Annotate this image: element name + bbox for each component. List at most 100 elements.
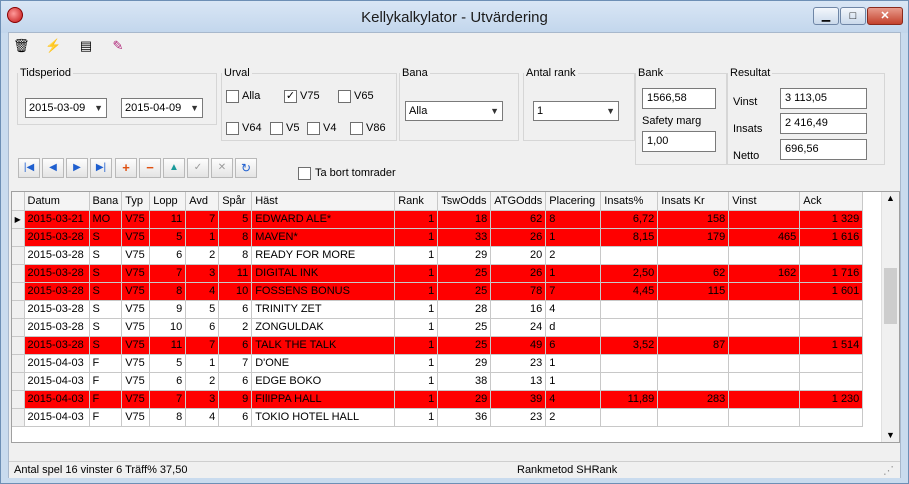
table-row[interactable]: 2015-03-28 S V75 5 1 8 MAVEN* 1 33 26 1 8,15 179 465 1… xyxy=(12,228,864,247)
checkbox-v75[interactable]: ✓ xyxy=(284,90,297,103)
table-cell[interactable] xyxy=(728,210,801,229)
table-cell[interactable]: 1 xyxy=(545,372,602,391)
grid-header-cell[interactable]: Insats Kr xyxy=(657,192,730,211)
table-cell[interactable]: 29 xyxy=(437,354,492,373)
table-row[interactable]: 2015-04-03 F V75 7 3 9 FIlIPPA HALL 1 29 39 4 11,89… xyxy=(12,390,864,409)
table-cell[interactable]: 29 xyxy=(437,246,492,265)
table-cell[interactable]: 1 230 xyxy=(799,390,864,409)
minimize-button[interactable]: ▁ xyxy=(813,7,839,25)
table-cell[interactable] xyxy=(600,318,659,337)
table-cell[interactable] xyxy=(657,408,730,427)
table-row[interactable]: 2015-03-28 S V75 10 6 2 ZONGULDAK 1 25 24 d xyxy=(12,318,864,337)
table-cell[interactable]: 6 xyxy=(218,336,253,355)
table-cell[interactable]: 36 xyxy=(437,408,492,427)
table-row[interactable]: 2015-04-03 F V75 8 4 6 TOKIO HOTEL HALL 1 36 23 2 xyxy=(12,408,864,427)
table-cell[interactable]: 6,72 xyxy=(600,210,659,229)
table-cell[interactable] xyxy=(728,354,801,373)
table-cell[interactable]: 2015-03-28 xyxy=(24,336,90,355)
table-cell[interactable] xyxy=(728,408,801,427)
table-cell[interactable]: 25 xyxy=(437,318,492,337)
cancel-icon[interactable]: ✕ xyxy=(211,158,233,178)
title-bar[interactable]: Kellykalkylator - Utvärdering ▁ □ ✕ xyxy=(1,1,908,33)
table-cell[interactable]: d xyxy=(545,318,602,337)
table-cell[interactable]: V75 xyxy=(121,390,151,409)
table-cell[interactable]: 1 xyxy=(394,300,439,319)
table-cell[interactable]: 2 xyxy=(545,408,602,427)
table-cell[interactable] xyxy=(600,300,659,319)
table-cell[interactable]: 1 xyxy=(394,228,439,247)
table-cell[interactable] xyxy=(728,246,801,265)
table-cell[interactable] xyxy=(728,372,801,391)
table-cell[interactable]: 2015-04-03 xyxy=(24,408,90,427)
row-indicator[interactable] xyxy=(12,390,25,409)
table-cell[interactable]: 1 xyxy=(185,354,220,373)
table-cell[interactable]: 24 xyxy=(490,318,547,337)
checkbox-v4[interactable] xyxy=(307,122,320,135)
table-cell[interactable]: 8 xyxy=(545,210,602,229)
table-cell[interactable]: 1 601 xyxy=(799,282,864,301)
table-cell[interactable]: 1 xyxy=(394,336,439,355)
table-row[interactable]: ▶ 2015-03-21 MO V75 11 7 5 EDWARD ALE* 1 18 62 8 6,7… xyxy=(12,210,864,229)
eraser-icon[interactable]: ✎ xyxy=(110,38,126,54)
chevron-down-icon[interactable]: ▼ xyxy=(606,102,615,120)
close-button[interactable]: ✕ xyxy=(867,7,903,25)
delete-icon[interactable]: − xyxy=(139,158,161,178)
table-cell[interactable]: 1 716 xyxy=(799,264,864,283)
table-cell[interactable]: 23 xyxy=(490,408,547,427)
scroll-thumb[interactable] xyxy=(884,268,897,324)
table-cell[interactable]: ZONGULDAK xyxy=(251,318,396,337)
table-cell[interactable]: 5 xyxy=(149,228,187,247)
checkbox-v5[interactable] xyxy=(270,122,283,135)
table-cell[interactable] xyxy=(657,318,730,337)
table-cell[interactable] xyxy=(657,354,730,373)
table-row[interactable]: 2015-03-28 S V75 9 5 6 TRINITY ZET 1 28 16 4 xyxy=(12,300,864,319)
table-cell[interactable]: 3 xyxy=(185,390,220,409)
table-cell[interactable]: 2015-03-28 xyxy=(24,318,90,337)
table-cell[interactable]: 283 xyxy=(657,390,730,409)
table-cell[interactable]: 2015-03-28 xyxy=(24,264,90,283)
table-cell[interactable]: 6 xyxy=(218,408,253,427)
last-record-icon[interactable]: ▶| xyxy=(90,158,112,178)
row-indicator[interactable] xyxy=(12,336,25,355)
row-indicator[interactable] xyxy=(12,372,25,391)
chevron-down-icon[interactable]: ▼ xyxy=(490,102,499,120)
calculator-icon[interactable]: ▤ xyxy=(78,38,94,54)
table-cell[interactable]: 25 xyxy=(437,264,492,283)
table-cell[interactable] xyxy=(600,354,659,373)
table-cell[interactable]: 1 xyxy=(545,354,602,373)
table-cell[interactable]: V75 xyxy=(121,336,151,355)
table-cell[interactable]: 7 xyxy=(185,336,220,355)
grid-header-cell[interactable]: Insats% xyxy=(600,192,659,211)
table-row[interactable]: 2015-03-28 S V75 8 4 10 FOSSENS BONUS 1 25 78 7 4,4… xyxy=(12,282,864,301)
table-cell[interactable] xyxy=(657,246,730,265)
grid-header-cell[interactable]: Lopp xyxy=(149,192,187,211)
row-indicator[interactable] xyxy=(12,408,25,427)
current-row-indicator-icon[interactable]: ▶ xyxy=(12,210,25,229)
grid-header-cell[interactable]: Spår xyxy=(218,192,253,211)
refresh-icon[interactable]: ↻ xyxy=(235,158,257,178)
table-cell[interactable] xyxy=(657,372,730,391)
table-cell[interactable] xyxy=(799,300,864,319)
prior-record-icon[interactable]: ◀ xyxy=(42,158,64,178)
grid-header-cell[interactable]: Bana xyxy=(89,192,123,211)
table-row[interactable]: 2015-03-28 S V75 11 7 6 TALK THE TALK 1 25 49 6 3,5… xyxy=(12,336,864,355)
table-cell[interactable]: 1 329 xyxy=(799,210,864,229)
grid-header-cell[interactable]: Vinst xyxy=(728,192,801,211)
first-record-icon[interactable]: |◀ xyxy=(18,158,40,178)
row-indicator[interactable] xyxy=(12,318,25,337)
table-cell[interactable]: 1 xyxy=(545,228,602,247)
table-cell[interactable]: F xyxy=(89,408,123,427)
lightning-icon[interactable]: ⚡ xyxy=(45,38,61,54)
table-cell[interactable] xyxy=(799,318,864,337)
table-cell[interactable]: DIGITAL INK xyxy=(251,264,396,283)
table-cell[interactable] xyxy=(799,408,864,427)
table-cell[interactable]: 1 xyxy=(394,210,439,229)
table-cell[interactable]: S xyxy=(89,246,123,265)
table-cell[interactable]: 4 xyxy=(185,408,220,427)
table-cell[interactable]: 1 xyxy=(394,282,439,301)
table-cell[interactable]: F xyxy=(89,372,123,391)
table-cell[interactable]: 25 xyxy=(437,282,492,301)
chevron-down-icon[interactable]: ▼ xyxy=(190,99,199,117)
table-cell[interactable]: READY FOR MORE xyxy=(251,246,396,265)
grid-header-cell[interactable]: ATGOdds xyxy=(490,192,547,211)
